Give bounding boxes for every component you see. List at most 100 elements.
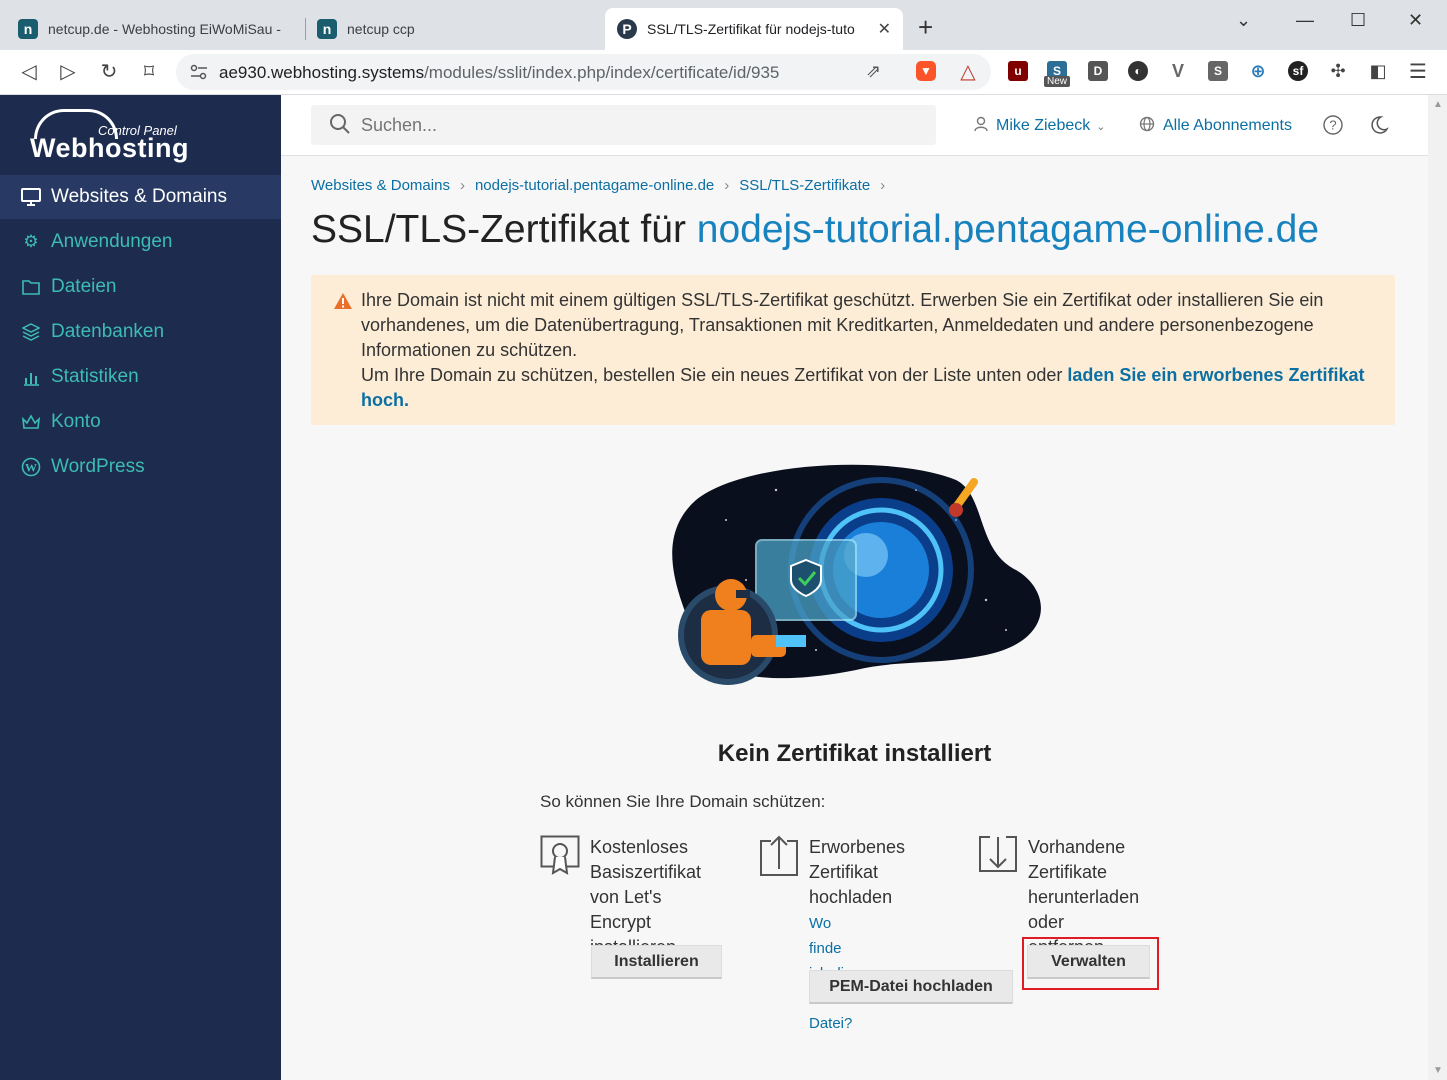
warning-icon xyxy=(334,293,352,309)
sidebar-item-statistiken[interactable]: Statistiken xyxy=(0,355,281,399)
new-badge: New xyxy=(1044,76,1071,87)
forward-icon[interactable]: ▷ xyxy=(55,59,81,84)
subscriptions-link[interactable]: Alle Abonnements xyxy=(1139,116,1292,136)
subscriptions-label: Alle Abonnements xyxy=(1163,117,1292,134)
new-tab-button[interactable]: + xyxy=(918,14,933,40)
url-text: ae930.webhosting.systems/modules/sslit/i… xyxy=(219,63,780,82)
extension-s-icon[interactable]: S xyxy=(1208,61,1228,81)
breadcrumb-link[interactable]: nodejs-tutorial.pentagame-online.de xyxy=(475,177,714,194)
upload-pem-button[interactable]: PEM-Datei hochladen xyxy=(809,970,1013,1004)
user-icon xyxy=(974,116,988,136)
sidebar-item-label: Websites & Domains xyxy=(51,186,227,207)
extension-globe-icon[interactable]: ◐ xyxy=(1128,61,1148,81)
minimize-window-icon[interactable]: — xyxy=(1296,10,1314,31)
netcup-favicon-icon: n xyxy=(317,19,337,39)
search-input[interactable] xyxy=(361,113,921,137)
folder-icon xyxy=(21,277,41,297)
install-button[interactable]: Installieren xyxy=(591,945,722,979)
sidebar-item-anwendungen[interactable]: ⚙ Anwendungen xyxy=(0,220,281,264)
sidebar-item-label: WordPress xyxy=(51,456,145,477)
maximize-window-icon[interactable]: ☐ xyxy=(1350,10,1366,31)
sidebar-item-label: Dateien xyxy=(51,276,117,297)
sidebar-item-wordpress[interactable]: W WordPress xyxy=(0,445,281,489)
extension-d-icon[interactable]: D xyxy=(1088,61,1108,81)
extensions-puzzle-icon[interactable]: ✣ xyxy=(1328,61,1348,81)
pentagame-favicon-icon: P xyxy=(617,19,637,39)
security-illustration xyxy=(672,464,1041,685)
browser-toolbar: ◁ ▷ ↻ ⌑ ae930.webhosting.systems/modules… xyxy=(0,50,1447,95)
sidebar-item-datenbanken[interactable]: Datenbanken xyxy=(0,310,281,354)
sidebar-item-label: Statistiken xyxy=(51,366,139,387)
wordpress-icon: W xyxy=(21,457,41,477)
option-description: Kostenloses Basiszertifikat von Let's Encr… xyxy=(590,837,702,957)
browser-tab-active[interactable]: P SSL/TLS-Zertifikat für nodejs-tuto ✕ xyxy=(605,8,903,50)
main-content: Mike Ziebeck ⌄ Alle Abonnements ? Websit… xyxy=(281,95,1428,1080)
top-bar: Mike Ziebeck ⌄ Alle Abonnements ? xyxy=(281,95,1428,156)
search-box[interactable] xyxy=(311,105,936,145)
database-icon xyxy=(21,322,41,342)
tab-title: netcup ccp xyxy=(347,21,415,37)
site-settings-icon[interactable] xyxy=(190,64,208,80)
page-title-domain-link[interactable]: nodejs-tutorial.pentagame-online.de xyxy=(697,208,1319,251)
sidebar-item-dateien[interactable]: Dateien xyxy=(0,265,281,309)
breadcrumb-link[interactable]: SSL/TLS-Zertifikate xyxy=(739,177,870,194)
breadcrumb-link[interactable]: Websites & Domains xyxy=(311,177,450,194)
sidebar-item-label: Datenbanken xyxy=(51,321,165,342)
reload-icon[interactable]: ↻ xyxy=(96,59,122,84)
sidebar-item-label: Konto xyxy=(51,411,101,432)
option-description: Erworbenes Zertifikat hochladen xyxy=(809,837,906,907)
highlight-box xyxy=(1022,937,1159,990)
user-menu[interactable]: Mike Ziebeck ⌄ xyxy=(974,116,1105,136)
address-bar[interactable]: ae930.webhosting.systems/modules/sslit/i… xyxy=(176,54,991,90)
ublock-icon[interactable]: u xyxy=(1008,61,1028,81)
empty-state-title: Kein Zertifikat installiert xyxy=(717,740,992,767)
search-icon xyxy=(330,114,350,134)
sidebar-item-konto[interactable]: Konto xyxy=(0,400,281,444)
page-scrollbar[interactable]: ▲ ▼ xyxy=(1428,95,1447,1080)
globe-icon xyxy=(1139,116,1155,136)
sidebar-toggle-icon[interactable]: ◧ xyxy=(1368,61,1388,81)
help-icon[interactable]: ? xyxy=(1323,115,1343,135)
page-title: SSL/TLS-Zertifikat für nodejs-tutorial.p… xyxy=(311,208,1320,251)
sidebar-item-websites-domains[interactable]: Websites & Domains xyxy=(0,175,281,219)
browser-tab[interactable]: n netcup ccp xyxy=(305,8,603,50)
brave-rewards-icon[interactable]: △ xyxy=(958,61,978,83)
netcup-favicon-icon: n xyxy=(18,19,38,39)
browser-tab[interactable]: n netcup.de - Webhosting EiWoMiSau - xyxy=(6,8,306,50)
tab-title: netcup.de - Webhosting EiWoMiSau - xyxy=(48,21,281,37)
chart-icon xyxy=(21,367,41,387)
sidebar-item-label: Anwendungen xyxy=(51,231,173,252)
close-window-icon[interactable]: ✕ xyxy=(1408,10,1423,31)
warning-text: Ihre Domain ist nicht mit einem gültigen… xyxy=(361,290,1365,410)
scroll-up-icon[interactable]: ▲ xyxy=(1433,99,1443,110)
sidebar: Control Panel Webhosting Websites & Doma… xyxy=(0,95,281,1080)
gear-icon: ⚙ xyxy=(23,232,39,251)
extension-v-icon[interactable]: V xyxy=(1168,61,1188,81)
empty-state-subtitle: So können Sie Ihre Domain schützen: xyxy=(540,792,826,811)
extension-plus-icon[interactable]: ⊕ xyxy=(1248,61,1268,81)
back-icon[interactable]: ◁ xyxy=(16,59,42,84)
browser-menu-icon[interactable]: ☰ xyxy=(1408,61,1428,83)
monitor-icon xyxy=(21,187,41,207)
user-name: Mike Ziebeck xyxy=(996,117,1091,134)
tab-title: SSL/TLS-Zertifikat für nodejs-tuto xyxy=(647,21,855,37)
crown-icon xyxy=(21,412,41,432)
breadcrumb: Websites & Domains › nodejs-tutorial.pent… xyxy=(311,177,886,194)
upload-icon xyxy=(760,835,798,876)
tab-close-icon[interactable]: ✕ xyxy=(878,19,891,39)
bookmark-icon[interactable]: ⌑ xyxy=(136,59,162,84)
dark-mode-moon-icon[interactable] xyxy=(1369,115,1389,135)
webhosting-logo[interactable]: Control Panel Webhosting xyxy=(30,109,200,165)
svg-text:?: ? xyxy=(1329,118,1336,133)
browser-tab-bar: n netcup.de - Webhosting EiWoMiSau - n n… xyxy=(0,0,1447,50)
tab-search-chevron-icon[interactable]: ⌄ xyxy=(1236,10,1251,31)
certificate-icon xyxy=(540,835,580,875)
share-icon[interactable]: ⇗ xyxy=(866,61,881,82)
brave-shield-icon[interactable]: ▼ xyxy=(916,61,936,81)
symfony-icon[interactable]: sf xyxy=(1288,61,1308,81)
download-icon xyxy=(979,836,1017,872)
svg-text:W: W xyxy=(25,461,37,475)
warning-alert: Ihre Domain ist nicht mit einem gültigen… xyxy=(311,275,1395,425)
chevron-down-icon: ⌄ xyxy=(1096,120,1106,133)
scroll-down-icon[interactable]: ▼ xyxy=(1433,1065,1443,1076)
